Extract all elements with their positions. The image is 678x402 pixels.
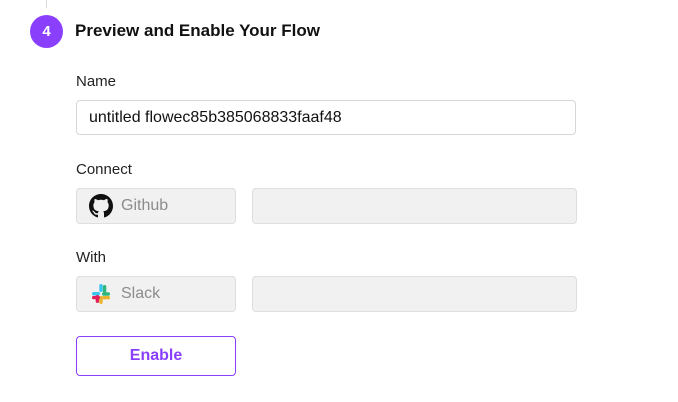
with-action-select[interactable] xyxy=(252,276,577,312)
flow-setup-step: 4 Preview and Enable Your Flow Name Conn… xyxy=(0,0,678,402)
with-app-name: Slack xyxy=(121,285,161,302)
with-label: With xyxy=(76,249,106,266)
name-label: Name xyxy=(76,73,117,90)
connect-trigger-select[interactable] xyxy=(252,188,577,224)
connect-app-field: Github xyxy=(76,188,236,224)
flow-name-input[interactable] xyxy=(76,100,576,135)
step-number-badge: 4 xyxy=(30,15,63,48)
enable-button[interactable]: Enable xyxy=(76,336,236,376)
github-icon xyxy=(89,194,113,218)
timeline-connector xyxy=(46,0,47,8)
connect-label: Connect xyxy=(76,161,132,178)
connect-app-name: Github xyxy=(121,197,169,214)
slack-icon xyxy=(89,282,113,306)
step-title: Preview and Enable Your Flow xyxy=(75,21,320,40)
with-app-field: Slack xyxy=(76,276,236,312)
